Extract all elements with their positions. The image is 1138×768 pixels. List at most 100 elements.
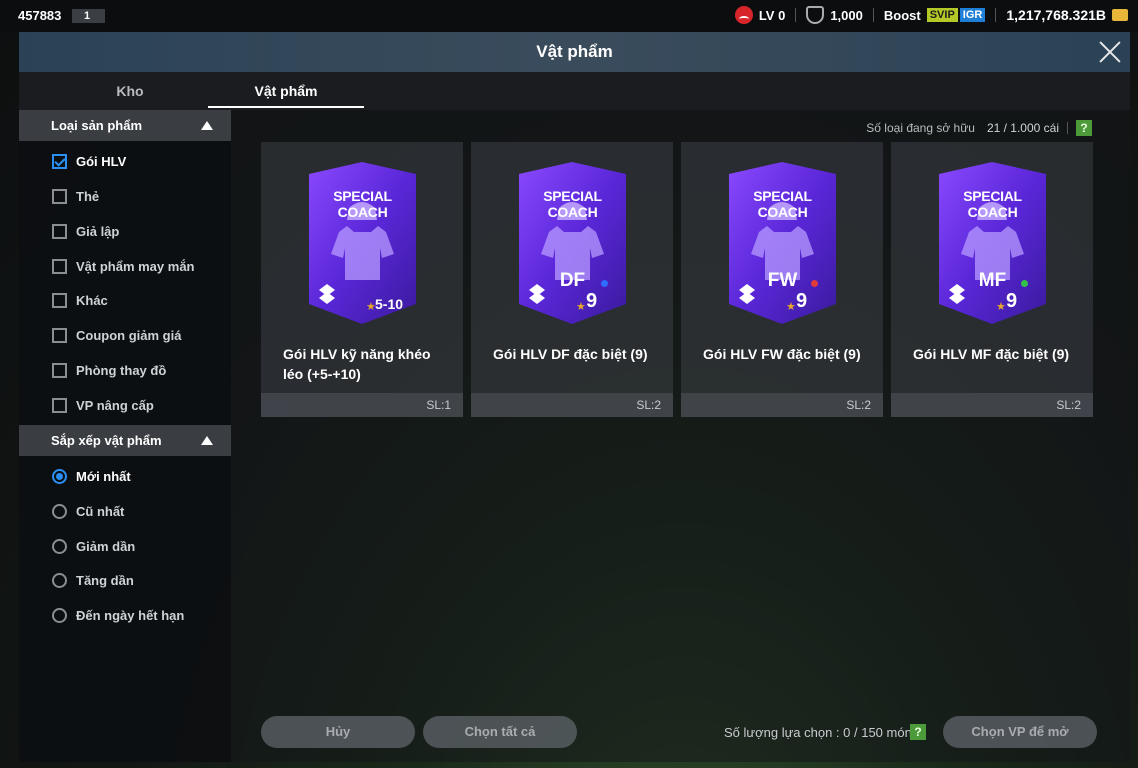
sort-label: Cũ nhất xyxy=(76,503,125,519)
checkbox-icon xyxy=(52,188,67,204)
filter-goi-hlv[interactable]: Gói HLV xyxy=(52,151,126,171)
radio-icon xyxy=(52,538,67,554)
item-footer: SL:2 xyxy=(681,393,883,417)
filter-sidebar: Loại sản phẩm Gói HLV Thẻ Giả lập Vật ph… xyxy=(19,110,231,762)
position-color-dot xyxy=(1021,280,1028,287)
collapse-arrow-icon xyxy=(201,121,213,130)
checkbox-checked-icon xyxy=(52,153,67,169)
item-footer: SL:2 xyxy=(471,393,673,417)
checkbox-icon xyxy=(52,397,67,413)
items-window: Vật phẩm Kho Vật phẩm Loại sản phẩm Gói … xyxy=(19,32,1130,762)
tab-kho[interactable]: Kho xyxy=(52,83,208,99)
sort-cu-nhat[interactable]: Cũ nhất xyxy=(52,501,124,521)
item-card[interactable]: SPECIAL COACH MF ★ 9 Gói HLV MF đặc biệt (9)… xyxy=(891,142,1093,417)
item-card[interactable]: SPECIAL COACH FW ★ 9 Gói HLV FW đặc biệt (9)… xyxy=(681,142,883,417)
checkbox-icon xyxy=(52,327,67,343)
filter-phong-thay-do[interactable]: Phòng thay đồ xyxy=(52,360,166,380)
shield-value: 1,000 xyxy=(830,7,863,23)
tab-bar: Kho Vật phẩm xyxy=(19,72,1130,110)
filter-the[interactable]: Thẻ xyxy=(52,186,99,206)
title-bar: Vật phẩm xyxy=(19,32,1130,72)
pack-grade: 9 xyxy=(586,290,598,312)
checkbox-icon xyxy=(52,223,67,239)
star-icon: ★ xyxy=(996,301,1006,313)
pack-grade: 5-10 xyxy=(375,296,404,312)
sort-giam-dan[interactable]: Giảm dần xyxy=(52,536,135,556)
pack-title: SPECIAL COACH xyxy=(753,188,812,220)
star-icon: ★ xyxy=(576,301,586,313)
coin-icon xyxy=(1112,9,1128,21)
select-all-button[interactable]: Chọn tất cả xyxy=(423,716,577,748)
sort-tang-dan[interactable]: Tăng dần xyxy=(52,570,134,590)
sort-label: Đến ngày hết hạn xyxy=(76,607,185,623)
active-tab-indicator xyxy=(208,106,364,108)
checkbox-icon xyxy=(52,292,67,308)
sort-label: Mới nhất xyxy=(76,468,131,484)
filter-gia-lap[interactable]: Giả lập xyxy=(52,221,119,241)
item-footer: SL:2 xyxy=(891,393,1093,417)
filter-vat-pham-may-man[interactable]: Vật phẩm may mắn xyxy=(52,256,195,276)
filter-khac[interactable]: Khác xyxy=(52,290,108,310)
pack-position: FW xyxy=(767,270,798,291)
checkbox-icon xyxy=(52,258,67,274)
radio-selected-icon xyxy=(52,468,67,484)
sort-header[interactable]: Sắp xếp vật phẩm xyxy=(19,425,231,456)
selection-count: Số lượng lựa chọn : 0 / 150 món xyxy=(724,725,912,740)
window-title: Vật phẩm xyxy=(536,42,613,61)
top-status-bar: 457883 1 LV 0 1,000 Boost SVIP IGR 1,217… xyxy=(0,0,1138,32)
coach-pack-image: SPECIAL COACH MF ★ 9 xyxy=(939,162,1046,324)
radio-icon xyxy=(52,607,67,623)
help-icon[interactable]: ? xyxy=(1076,120,1092,136)
item-name: Gói HLV DF đặc biệt (9) xyxy=(493,346,648,362)
open-selected-button[interactable]: Chọn VP để mở xyxy=(943,716,1097,748)
sort-label: Giảm dần xyxy=(76,538,136,554)
sort-title: Sắp xếp vật phẩm xyxy=(51,433,162,448)
filter-label: Khác xyxy=(76,292,108,308)
tab-vat-pham[interactable]: Vật phẩm xyxy=(208,83,364,99)
collapse-arrow-icon xyxy=(201,436,213,445)
sort-het-han[interactable]: Đến ngày hết hạn xyxy=(52,605,184,625)
user-id: 457883 xyxy=(18,8,62,23)
level-text: LV 0 xyxy=(758,7,786,23)
product-type-title: Loại sản phẩm xyxy=(51,118,143,133)
owned-label: Số loại đang sở hữu xyxy=(866,121,975,135)
owned-value: 21 / 1.000 cái xyxy=(986,121,1059,135)
pack-grade: 9 xyxy=(1006,290,1018,312)
svip-badge: SVIP xyxy=(926,8,958,22)
help-icon[interactable]: ? xyxy=(910,724,926,740)
divider xyxy=(795,8,797,22)
cancel-button[interactable]: Hủy xyxy=(261,716,415,748)
coach-pack-image: SPECIAL COACH DF ★ 9 xyxy=(519,162,626,324)
sort-label: Tăng dần xyxy=(76,572,134,588)
pack-title: SPECIAL COACH xyxy=(543,188,602,220)
pack-grade: 9 xyxy=(796,290,808,312)
boost-label: Boost xyxy=(883,7,921,23)
shield-icon xyxy=(806,6,825,24)
item-card[interactable]: SPECIAL COACH ★ 5-10 Gói HLV kỹ năng khéo l… xyxy=(261,142,463,417)
radio-icon xyxy=(52,503,67,519)
sort-moi-nhat[interactable]: Mới nhất xyxy=(52,466,131,486)
checkbox-icon xyxy=(52,362,67,378)
filter-label: Vật phẩm may mắn xyxy=(76,258,195,274)
item-footer: SL:1 xyxy=(261,393,463,417)
filter-coupon[interactable]: Coupon giảm giá xyxy=(52,325,181,345)
pack-title: SPECIAL COACH xyxy=(333,188,392,220)
item-quantity: SL:2 xyxy=(636,398,661,412)
item-card[interactable]: SPECIAL COACH DF ★ 9 Gói HLV DF đặc biệt (9)… xyxy=(471,142,673,417)
status-group: LV 0 1,000 Boost SVIP IGR 1,217,768.321B xyxy=(734,6,1128,24)
item-quantity: SL:2 xyxy=(846,398,871,412)
position-color-dot xyxy=(601,280,608,287)
product-type-header[interactable]: Loại sản phẩm xyxy=(19,110,231,141)
filter-vp-nang-cap[interactable]: VP nâng cấp xyxy=(52,395,154,415)
item-quantity: SL:1 xyxy=(426,398,451,412)
filter-label: Gói HLV xyxy=(76,153,127,169)
filter-label: VP nâng cấp xyxy=(76,397,154,413)
close-icon[interactable] xyxy=(1098,40,1122,64)
item-name: Gói HLV MF đặc biệt (9) xyxy=(913,346,1070,362)
gold-balance: 1,217,768.321B xyxy=(1006,7,1106,23)
filter-label: Thẻ xyxy=(76,188,100,204)
igr-badge: IGR xyxy=(959,8,986,22)
owned-count: Số loại đang sở hữu 21 / 1.000 cái ? xyxy=(866,120,1092,136)
divider xyxy=(1067,122,1068,134)
position-color-dot xyxy=(811,280,818,287)
